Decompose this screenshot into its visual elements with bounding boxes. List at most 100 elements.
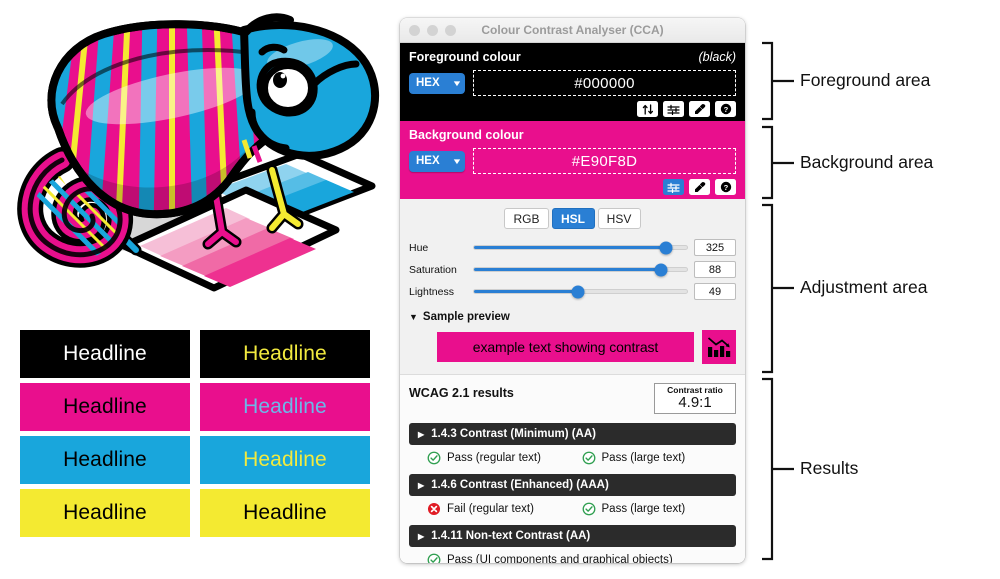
- pass-check-icon: [582, 451, 595, 465]
- tab-hsl[interactable]: HSL: [551, 208, 595, 229]
- slider-label-lightness: Lightness: [409, 285, 454, 298]
- background-colour-input[interactable]: #E90F8D: [473, 148, 736, 174]
- contrast-ratio-box: Contrast ratio 4.9:1: [654, 383, 736, 414]
- slider-value-saturation[interactable]: 88: [694, 261, 736, 278]
- foreground-icon-row: ?: [409, 101, 736, 117]
- background-header: Background colour: [409, 128, 736, 142]
- slider-hue-knob[interactable]: [659, 241, 673, 254]
- sample-preview-header[interactable]: ▼ Sample preview: [409, 311, 736, 323]
- tab-rgb[interactable]: RGB: [504, 208, 549, 229]
- swatch-label: Headline: [243, 501, 327, 524]
- criterion-1-4-3[interactable]: ▶ 1.4.3 Contrast (Minimum) (AA): [409, 423, 736, 445]
- svg-text:?: ?: [723, 183, 728, 192]
- slider-row-lightness: Lightness 49: [409, 283, 736, 300]
- criterion-label: 1.4.6 Contrast (Enhanced) (AAA): [431, 479, 609, 491]
- swatch-4: Headline: [20, 436, 190, 484]
- background-input-row: HEX ▼ #E90F8D: [409, 148, 736, 174]
- criterion-1-4-6[interactable]: ▶ 1.4.6 Contrast (Enhanced) (AAA): [409, 474, 736, 496]
- background-format-select[interactable]: HEX ▼: [409, 150, 465, 172]
- foreground-header: Foreground colour (black): [409, 50, 736, 64]
- slider-label-hue: Hue: [409, 241, 429, 254]
- svg-text:?: ?: [723, 105, 728, 114]
- background-icon-row: ?: [409, 179, 736, 195]
- help-glyph: ?: [720, 181, 731, 193]
- sample-preview-row: example text showing contrast: [409, 330, 736, 364]
- fail-cross-icon: [427, 502, 441, 516]
- verdict-label: Pass (large text): [601, 452, 686, 464]
- verdict-pass-regular: Pass (regular text): [427, 451, 582, 465]
- disclosure-triangle-icon: ▶: [418, 531, 425, 541]
- slider-hue[interactable]: [473, 241, 688, 254]
- swatch-5: Headline: [200, 436, 370, 484]
- brace-background-area: [762, 125, 794, 200]
- slider-saturation-fill: [474, 268, 662, 271]
- verdict-label: Pass (UI components and graphical object…: [447, 554, 673, 563]
- slider-lightness[interactable]: [473, 285, 688, 298]
- annotation-background-area: Background area: [800, 152, 934, 172]
- minimize-button[interactable]: [427, 24, 438, 36]
- swatch-label: Headline: [63, 342, 147, 365]
- disclosure-triangle-icon: ▶: [418, 480, 425, 490]
- disclosure-triangle-icon: ▼: [409, 312, 418, 322]
- close-button[interactable]: [409, 24, 420, 36]
- eyedropper-icon[interactable]: [689, 101, 710, 117]
- foreground-format-select[interactable]: HEX ▼: [409, 72, 465, 94]
- background-area: Background colour HEX ▼ #E90F8D ?: [400, 121, 745, 199]
- swatch-label: Headline: [63, 501, 147, 524]
- slider-group: Hue 325 Saturation 88 Lightness 49: [409, 239, 736, 300]
- annotation-adjustment-area: Adjustment area: [800, 277, 928, 297]
- eyedropper-icon[interactable]: [689, 179, 710, 195]
- chevron-down-icon: ▼: [451, 156, 463, 166]
- verdict-pass-large: Pass (large text): [582, 451, 737, 465]
- foreground-colour-input[interactable]: #000000: [473, 70, 736, 96]
- verdict-row-1-4-11: Pass (UI components and graphical object…: [409, 553, 736, 563]
- swatch-label: Headline: [243, 448, 327, 471]
- adjustment-area: RGB HSL HSV Hue 325 Saturation 88 Lightn…: [400, 199, 745, 307]
- sample-preview-title: Sample preview: [422, 311, 510, 323]
- disclosure-triangle-icon: ▶: [418, 429, 425, 439]
- slider-hue-fill: [474, 246, 666, 249]
- sliders-glyph: [667, 182, 680, 193]
- sliders-icon[interactable]: [663, 179, 684, 195]
- zoom-button[interactable]: [445, 24, 456, 36]
- results-title: WCAG 2.1 results: [409, 386, 514, 400]
- verdict-row-1-4-3: Pass (regular text) Pass (large text): [409, 451, 736, 465]
- annotation-results-area: Results: [800, 458, 859, 478]
- bar-chart-declining-glyph: [707, 337, 731, 357]
- swatch-label: Headline: [63, 395, 147, 418]
- slider-saturation[interactable]: [473, 263, 688, 276]
- swap-colours-icon[interactable]: [637, 101, 658, 117]
- help-icon[interactable]: ?: [715, 101, 736, 117]
- help-icon[interactable]: ?: [715, 179, 736, 195]
- contrast-ratio-value: 4.9:1: [678, 394, 712, 411]
- verdict-row-1-4-6: Fail (regular text) Pass (large text): [409, 502, 736, 516]
- background-title: Background colour: [409, 128, 524, 142]
- tab-hsv[interactable]: HSV: [597, 208, 641, 229]
- swatch-2: Headline: [20, 383, 190, 431]
- brace-foreground-area: [762, 41, 794, 121]
- colour-model-tabs: RGB HSL HSV: [409, 208, 736, 229]
- pass-check-icon: [582, 502, 595, 516]
- window-titlebar: Colour Contrast Analyser (CCA): [400, 18, 745, 43]
- annotation-foreground-area: Foreground area: [800, 70, 931, 90]
- verdict-pass-large: Pass (large text): [582, 502, 737, 516]
- criterion-label: 1.4.3 Contrast (Minimum) (AA): [431, 428, 596, 440]
- slider-lightness-knob[interactable]: [571, 285, 585, 298]
- bar-chart-declining-icon: [702, 330, 736, 364]
- slider-saturation-knob[interactable]: [654, 263, 668, 276]
- sliders-glyph: [667, 104, 680, 115]
- help-glyph: ?: [720, 103, 731, 115]
- slider-value-hue[interactable]: 325: [694, 239, 736, 256]
- foreground-title: Foreground colour: [409, 50, 521, 64]
- sliders-icon[interactable]: [663, 101, 684, 117]
- swatch-label: Headline: [63, 448, 147, 471]
- verdict-label: Fail (regular text): [447, 503, 534, 515]
- foreground-area: Foreground colour (black) HEX ▼ #000000: [400, 43, 745, 121]
- eyedropper-glyph: [694, 182, 705, 192]
- screenshot-root: Headline Headline Headline Headline Head…: [0, 0, 1000, 579]
- criterion-1-4-11[interactable]: ▶ 1.4.11 Non-text Contrast (AA): [409, 525, 736, 547]
- swap-colours-glyph: [642, 103, 653, 115]
- cca-app-window: Colour Contrast Analyser (CCA) Foregroun…: [400, 18, 745, 563]
- slider-value-lightness[interactable]: 49: [694, 283, 736, 300]
- chevron-down-icon: ▼: [451, 78, 463, 88]
